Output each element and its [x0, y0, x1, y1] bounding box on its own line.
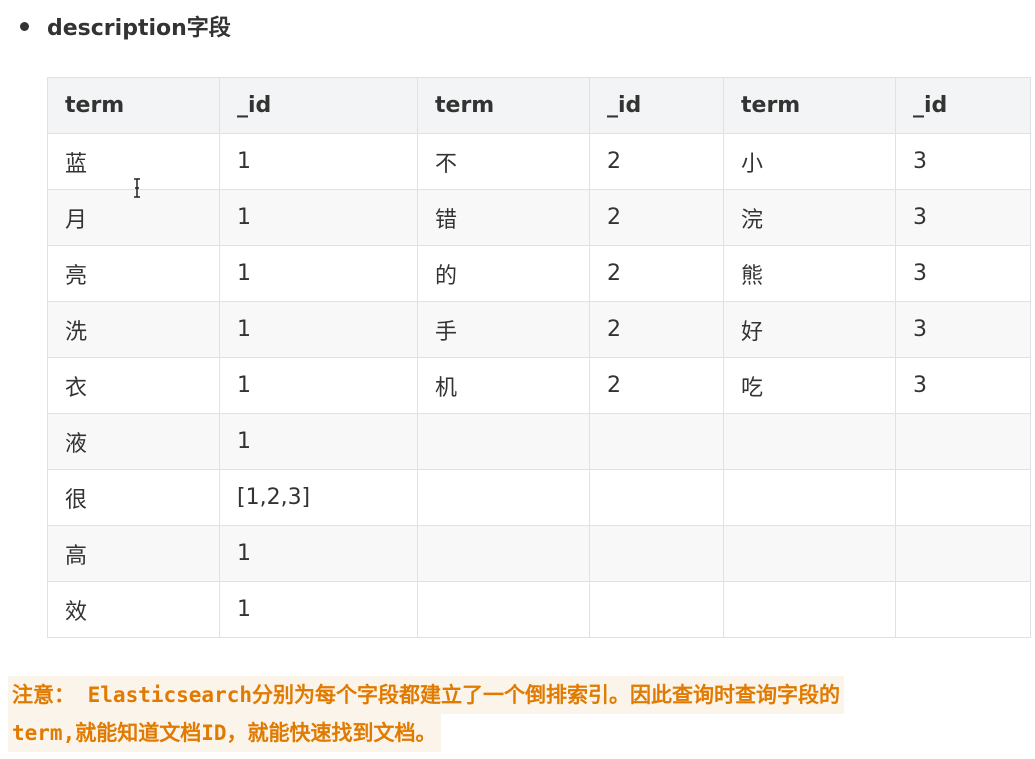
term-cell: 错 [417, 189, 590, 246]
section-heading: description字段 [20, 8, 231, 44]
header-cell: term [417, 77, 590, 134]
term-cell: 熊 [723, 245, 896, 302]
id-cell [589, 525, 724, 582]
id-cell: 1 [219, 301, 418, 358]
id-cell: 2 [589, 133, 724, 190]
table-row: 高1 [47, 525, 1031, 582]
id-cell: 2 [589, 301, 724, 358]
id-cell [589, 581, 724, 638]
term-cell: 衣 [47, 357, 220, 414]
id-cell [895, 413, 1031, 470]
term-cell: 浣 [723, 189, 896, 246]
id-cell [895, 581, 1031, 638]
page: description字段 term _id term _id term _id… [0, 0, 1035, 759]
id-cell: 3 [895, 301, 1031, 358]
id-cell: 1 [219, 189, 418, 246]
id-cell: 2 [589, 357, 724, 414]
id-cell [895, 525, 1031, 582]
term-cell [417, 469, 590, 526]
term-cell: 不 [417, 133, 590, 190]
term-cell [417, 581, 590, 638]
term-cell: 很 [47, 469, 220, 526]
term-cell [417, 413, 590, 470]
term-cell: 机 [417, 357, 590, 414]
table-row: 亮1的2熊3 [47, 245, 1031, 302]
term-cell: 小 [723, 133, 896, 190]
id-cell: 1 [219, 357, 418, 414]
term-cell [723, 469, 896, 526]
id-cell [589, 469, 724, 526]
header-cell: term [723, 77, 896, 134]
id-cell: 3 [895, 189, 1031, 246]
term-cell: 吃 [723, 357, 896, 414]
id-cell: 1 [219, 581, 418, 638]
header-cell: _id [589, 77, 724, 134]
term-cell: 手 [417, 301, 590, 358]
id-cell: [1,2,3] [219, 469, 418, 526]
id-cell: 2 [589, 245, 724, 302]
table-row: 衣1机2吃3 [47, 357, 1031, 414]
term-cell [723, 413, 896, 470]
id-cell: 3 [895, 133, 1031, 190]
note-line-1: 注意： Elasticsearch分别为每个字段都建立了一个倒排索引。因此查询时… [8, 676, 845, 714]
table-row: 效1 [47, 581, 1031, 638]
id-cell [589, 413, 724, 470]
header-cell: _id [895, 77, 1031, 134]
term-cell: 高 [47, 525, 220, 582]
table-row: 洗1手2好3 [47, 301, 1031, 358]
header-cell: _id [219, 77, 418, 134]
table-row: 月1错2浣3 [47, 189, 1031, 246]
table-row: 很 [1,2,3] [47, 469, 1031, 526]
id-cell: 3 [895, 357, 1031, 414]
term-cell: 亮 [47, 245, 220, 302]
term-cell [417, 525, 590, 582]
term-cell [723, 525, 896, 582]
inverted-index-table: term _id term _id term _id 蓝1不2小3月1错2浣3亮… [47, 77, 1031, 638]
heading-text: description字段 [47, 16, 231, 41]
id-cell [895, 469, 1031, 526]
table-row: 液1 [47, 413, 1031, 470]
text-cursor-icon [134, 178, 140, 198]
id-cell: 1 [219, 245, 418, 302]
term-cell [723, 581, 896, 638]
bullet-icon [20, 21, 29, 31]
term-cell: 效 [47, 581, 220, 638]
term-cell: 的 [417, 245, 590, 302]
term-cell: 液 [47, 413, 220, 470]
term-cell: 洗 [47, 301, 220, 358]
id-cell: 3 [895, 245, 1031, 302]
table-header-row: term _id term _id term _id [47, 77, 1031, 134]
note-callout: 注意： Elasticsearch分别为每个字段都建立了一个倒排索引。因此查询时… [8, 676, 1008, 752]
term-cell: 好 [723, 301, 896, 358]
note-line-2: term,就能知道文档ID，就能快速找到文档。 [8, 714, 441, 752]
id-cell: 1 [219, 413, 418, 470]
id-cell: 1 [219, 133, 418, 190]
header-cell: term [47, 77, 220, 134]
id-cell: 2 [589, 189, 724, 246]
id-cell: 1 [219, 525, 418, 582]
table-row: 蓝1不2小3 [47, 133, 1031, 190]
